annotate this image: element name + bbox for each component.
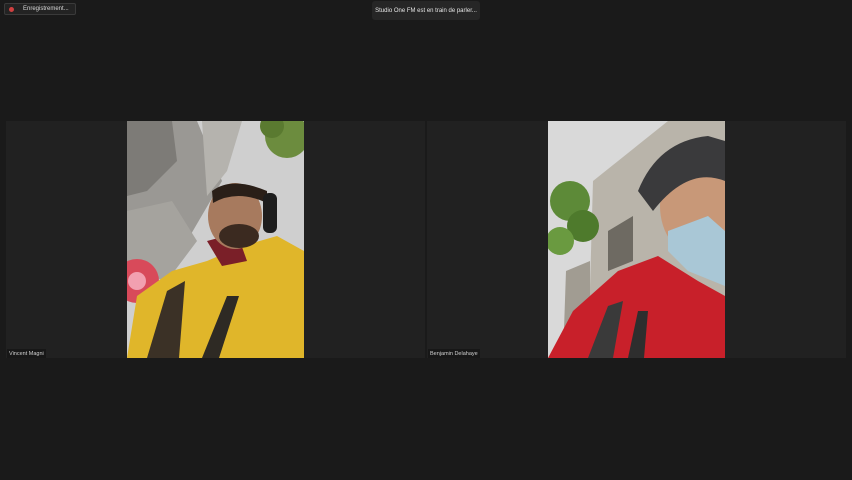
active-speaker-text: Studio One FM est en train de parler... — [375, 7, 477, 14]
record-dot-icon — [9, 6, 14, 12]
participant-name-tag: Vincent Magni — [7, 349, 46, 358]
participant-name-tag: Benjamin Delahaye — [428, 349, 480, 358]
meeting-stage: Enregistrement... Studio One FM est en t… — [0, 0, 852, 480]
active-speaker-toast: Studio One FM est en train de parler... — [372, 1, 480, 20]
video-frame-image — [127, 121, 304, 358]
participant-name: Benjamin Delahaye — [430, 350, 478, 357]
recording-indicator[interactable]: Enregistrement... — [4, 3, 76, 15]
participant-tile[interactable]: Vincent Magni — [6, 121, 425, 358]
recording-label: Enregistrement... — [23, 6, 69, 12]
participant-video — [548, 121, 725, 358]
participant-video — [127, 121, 304, 358]
participant-tile[interactable]: Benjamin Delahaye — [427, 121, 846, 358]
video-frame-image — [548, 121, 725, 358]
participant-name: Vincent Magni — [9, 350, 44, 357]
